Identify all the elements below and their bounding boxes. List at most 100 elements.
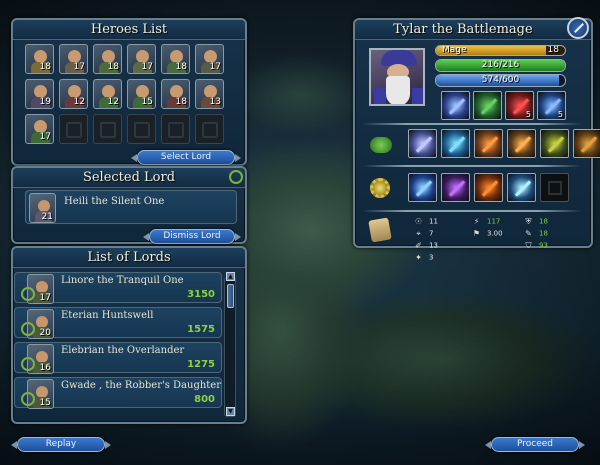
hero-level: 18: [107, 62, 119, 72]
inventory-item-icon[interactable]: [441, 91, 470, 120]
empty-hero-slot: [161, 114, 190, 144]
hero-slot[interactable]: 17: [25, 114, 54, 144]
empty-slot-icon: [202, 122, 218, 138]
hero-grid: 18 17 18 17 18 17 19 12 12 15 18 13 17: [25, 44, 224, 144]
hero-level: 17: [141, 62, 153, 72]
hero-slot[interactable]: 12: [93, 79, 122, 109]
scroll-stats-icon: [368, 217, 392, 243]
equipment-icon[interactable]: [474, 129, 503, 158]
range-stat: ⌖ 7: [414, 229, 433, 238]
resist-stat: ⛨ 18: [525, 217, 548, 226]
empty-hero-slot: [195, 114, 224, 144]
stat-icon: ⛉: [525, 241, 532, 250]
hero-portrait: [369, 48, 425, 106]
inventory-item-icon[interactable]: [473, 91, 502, 120]
stat-icon: ⚡: [473, 217, 480, 226]
list-item[interactable]: 17 Linore the Tranquil One 3150: [14, 272, 222, 304]
inventory-item-icon[interactable]: 5: [537, 91, 566, 120]
empty-hero-slot: [127, 114, 156, 144]
hero-slot[interactable]: 13: [195, 79, 224, 109]
equipment-icon[interactable]: [507, 129, 536, 158]
selected-lord-panel: Selected Lord 21 Heili the Silent One Di…: [11, 166, 247, 244]
spell-icon[interactable]: [474, 173, 503, 202]
compass-icon[interactable]: [567, 17, 589, 39]
armor-stat: ⛉ 93: [525, 241, 548, 250]
scroll-up-icon[interactable]: ▲: [226, 272, 235, 281]
empty-hero-slot: [59, 114, 88, 144]
heroes-list-panel: Heroes List 18 17 18 17 18 17 19 12 12 15 18 13 17 S…: [11, 18, 247, 166]
stat-icon: ⌖: [416, 229, 421, 238]
stat-icon: ✐: [415, 241, 422, 250]
lord-ring-icon: [21, 287, 35, 301]
selected-lord-title: Selected Lord: [13, 168, 245, 188]
lord-ring-icon: [21, 357, 35, 371]
attack-stat: ☉ 11: [414, 217, 438, 226]
scroll-down-icon[interactable]: ▼: [226, 407, 235, 416]
equipment-icon[interactable]: [441, 129, 470, 158]
replay-button[interactable]: Replay: [11, 437, 111, 452]
equipment-icon[interactable]: [573, 129, 600, 158]
hero-level: 18: [175, 97, 187, 107]
hero-slot[interactable]: 17: [127, 44, 156, 74]
selected-lord-row[interactable]: 21 Heili the Silent One: [25, 190, 237, 224]
hero-slot[interactable]: 18: [25, 44, 54, 74]
hero-slot[interactable]: 15: [127, 79, 156, 109]
hero-slot[interactable]: 19: [25, 79, 54, 109]
empty-spell-slot: [540, 173, 569, 202]
empty-hero-slot: [93, 114, 122, 144]
movement-stat: ⚑ 3.00: [472, 229, 503, 238]
stat-icon: ⛨: [525, 217, 532, 226]
list-item[interactable]: 16 Elebrian the Overlander 1275: [14, 342, 222, 374]
hero-slot[interactable]: 18: [161, 44, 190, 74]
hero-level: 12: [73, 97, 85, 107]
lord-gold: 1275: [187, 359, 215, 370]
equipment-slot-icon: [368, 133, 394, 155]
hero-name-title: Tylar the Battlemage: [355, 20, 591, 40]
scroll-thumb[interactable]: [227, 284, 234, 308]
equipment-icon[interactable]: [408, 129, 437, 158]
spell-icon[interactable]: [441, 173, 470, 202]
selected-lord-name: Heili the Silent One: [64, 196, 165, 207]
spell-icon[interactable]: [507, 173, 536, 202]
proceed-button[interactable]: Proceed: [485, 437, 585, 452]
equipment-icon[interactable]: [540, 129, 569, 158]
hero-slot[interactable]: 18: [93, 44, 122, 74]
defense-stat: ✐ 13: [415, 241, 438, 250]
select-lord-button[interactable]: Select Lord: [131, 150, 241, 165]
list-of-lords-title: List of Lords: [13, 248, 245, 268]
hero-level: 17: [73, 62, 85, 72]
hero-slot[interactable]: 17: [59, 44, 88, 74]
empty-slot-icon: [168, 122, 184, 138]
dismiss-lord-button[interactable]: Dismiss Lord: [143, 229, 241, 244]
hero-level: 18: [39, 62, 51, 72]
lord-name: Linore the Tranquil One: [61, 275, 184, 286]
lord-status-ring-icon: [229, 170, 243, 184]
lord-gold: 800: [194, 394, 215, 405]
list-item[interactable]: 20 Eterian Huntswell 1575: [14, 307, 222, 339]
stat-icon: ✎: [525, 229, 532, 238]
empty-slot-icon: [134, 122, 150, 138]
lord-name: Eterian Huntswell: [61, 310, 154, 321]
list-item[interactable]: 15 Gwade , the Robber's Daughter 800: [14, 377, 222, 409]
hero-level: 12: [107, 97, 119, 107]
hero-slot[interactable]: 17: [195, 44, 224, 74]
inventory-item-icon[interactable]: 5: [505, 91, 534, 120]
lord-gold: 3150: [187, 289, 215, 300]
health-bar: 216/216: [435, 59, 566, 72]
hero-level: 15: [141, 97, 153, 107]
hero-slot[interactable]: 18: [161, 79, 190, 109]
mana-bar: 574/600: [435, 74, 566, 87]
speed-stat: ✦ 3: [415, 253, 434, 262]
heroes-list-title: Heroes List: [13, 20, 245, 40]
stat-icon: ☉: [414, 217, 423, 226]
divider: [362, 165, 582, 167]
hero-slot[interactable]: 12: [59, 79, 88, 109]
stat-icon: ✦: [415, 253, 422, 262]
lord-ring-icon: [21, 322, 35, 336]
hero-level: 19: [39, 97, 51, 107]
spell-icon[interactable]: [408, 173, 437, 202]
initiative-stat: ⚡ 117: [473, 217, 501, 226]
hero-level: 18: [175, 62, 187, 72]
lord-name: Gwade , the Robber's Daughter: [61, 380, 222, 391]
stat-icon: ⚑: [472, 229, 481, 238]
